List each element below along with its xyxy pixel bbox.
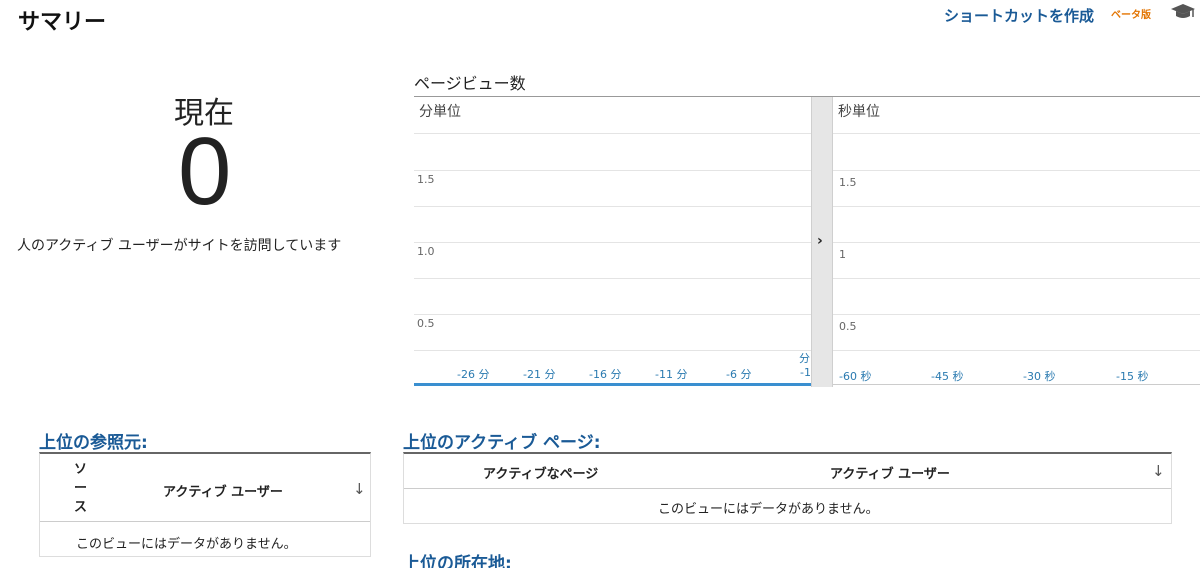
col-active-users-header[interactable]: アクティブ ユーザー xyxy=(830,463,950,482)
create-shortcut-link[interactable]: ショートカットを作成 xyxy=(944,5,1094,26)
top-active-pages-title: 上位のアクティブ ページ: xyxy=(403,433,601,453)
referrers-table: ソース アクティブ ユーザー ↓ このビューにはデータがありません。 xyxy=(39,452,371,557)
y-tick: 1.5 xyxy=(417,173,435,186)
top-locations-title: 上位の所在地: xyxy=(403,554,512,568)
gridline xyxy=(833,314,1200,315)
col-source-header[interactable]: ソース xyxy=(74,460,90,517)
x-tick: -30 秒 xyxy=(1023,370,1056,383)
gridline xyxy=(414,278,811,279)
x-tick-unit: 分 xyxy=(799,352,810,365)
x-tick: -45 秒 xyxy=(931,370,964,383)
chevron-right-icon: › xyxy=(817,233,823,249)
per-second-label: 秒単位 xyxy=(838,104,880,120)
top-referrers-title: 上位の参照元: xyxy=(39,433,148,453)
row-separator xyxy=(404,488,1171,489)
gridline xyxy=(833,170,1200,171)
active-pages-table: アクティブなページ アクティブ ユーザー ↓ このビューにはデータがありません。 xyxy=(403,452,1172,524)
graduation-cap-icon[interactable] xyxy=(1170,3,1196,21)
sort-down-icon[interactable]: ↓ xyxy=(1152,462,1165,480)
chart-collapse-toggle[interactable]: › xyxy=(811,97,833,387)
y-tick: 1 xyxy=(839,248,846,261)
gridline xyxy=(833,350,1200,351)
x-tick: -21 分 xyxy=(523,368,556,381)
gridline xyxy=(833,133,1200,134)
col-active-users-header[interactable]: アクティブ ユーザー xyxy=(163,481,283,500)
x-tick: -15 秒 xyxy=(1116,370,1149,383)
empty-message: このビューにはデータがありません。 xyxy=(658,502,879,517)
y-tick: 1.0 xyxy=(417,245,435,258)
x-tick: -26 分 xyxy=(457,368,490,381)
gridline xyxy=(833,242,1200,243)
active-users-description: 人のアクティブ ユーザーがサイトを訪問しています xyxy=(17,238,342,254)
x-tick: -60 秒 xyxy=(839,370,872,383)
gridline xyxy=(833,278,1200,279)
y-tick: 1.5 xyxy=(839,176,857,189)
gridline xyxy=(414,206,811,207)
per-minute-chart: 分単位 1.5 1.0 0.5 -26 分 -21 分 -16 分 -11 分 … xyxy=(414,97,811,387)
y-tick: 0.5 xyxy=(417,317,435,330)
gridline xyxy=(414,133,811,134)
pageviews-title: ページビュー数 xyxy=(414,74,526,93)
x-tick: -1 xyxy=(800,366,811,379)
per-second-chart: 秒単位 1.5 1 0.5 -60 秒 -45 秒 -30 秒 -15 秒 xyxy=(833,97,1200,387)
x-tick: -6 分 xyxy=(726,368,752,381)
x-tick: -11 分 xyxy=(655,368,688,381)
gridline xyxy=(414,242,811,243)
gridline xyxy=(833,206,1200,207)
second-baseline xyxy=(833,384,1200,385)
gridline xyxy=(414,314,811,315)
gridline xyxy=(414,170,811,171)
active-user-count: 0 xyxy=(178,118,232,225)
per-minute-label: 分単位 xyxy=(419,104,461,120)
x-tick: -16 分 xyxy=(589,368,622,381)
minute-baseline xyxy=(414,383,811,386)
gridline xyxy=(414,350,811,351)
y-tick: 0.5 xyxy=(839,320,857,333)
sort-down-icon[interactable]: ↓ xyxy=(353,480,366,498)
col-active-page-header[interactable]: アクティブなページ xyxy=(483,463,598,482)
beta-badge: ベータ版 xyxy=(1111,10,1151,21)
empty-message: このビューにはデータがありません。 xyxy=(76,537,297,552)
page-title: サマリー xyxy=(18,10,107,35)
row-separator xyxy=(40,521,370,522)
